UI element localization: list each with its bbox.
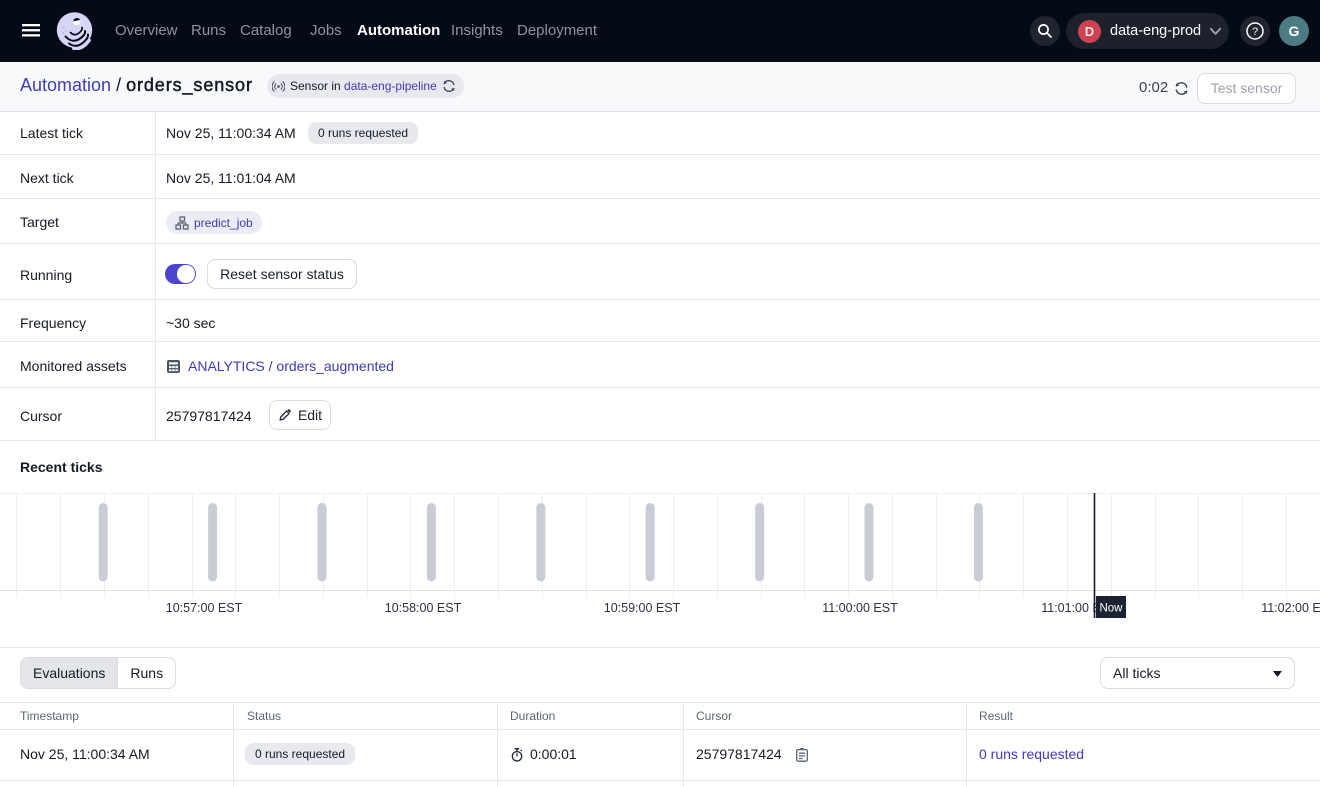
svg-text:?: ? [1252,26,1258,38]
svg-text:10:59:00 EST: 10:59:00 EST [604,601,681,615]
svg-text:11:02:00 EST: 11:02:00 EST [1261,601,1320,615]
svg-text:10:57:00 EST: 10:57:00 EST [166,601,243,615]
svg-text:10:58:00 EST: 10:58:00 EST [385,601,462,615]
svg-text:Now: Now [1099,603,1123,615]
svg-text:11:00:00 EST: 11:00:00 EST [822,601,898,615]
